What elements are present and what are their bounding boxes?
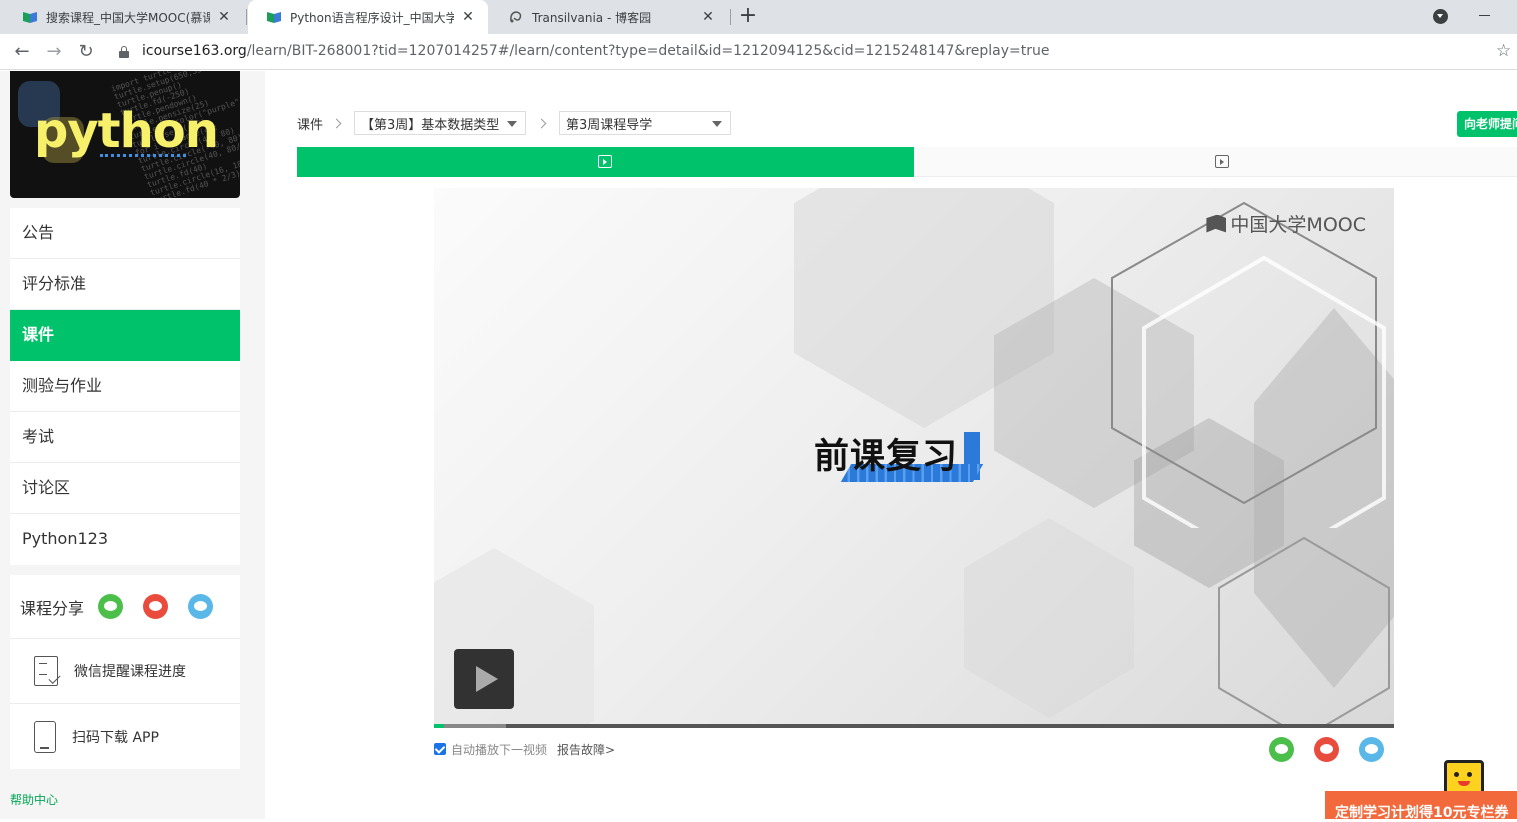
browser-tab-search[interactable]: 搜索课程_中国大学MOOC(慕课) ✕: [4, 0, 244, 34]
url-path: /learn/BIT-268001?tid=1207014257#/learn/…: [246, 43, 1050, 59]
play-button[interactable]: [454, 649, 514, 709]
report-issue-link[interactable]: 报告故障>: [557, 741, 615, 758]
lock-icon[interactable]: [119, 46, 129, 58]
background-hexagon: [964, 518, 1134, 718]
share-label: 课程分享: [20, 598, 85, 618]
promo-text: 定制学习计划得10元专栏券: [1335, 805, 1509, 821]
help-center-link[interactable]: 帮助中心: [10, 791, 58, 808]
unit-tab-video-2[interactable]: [914, 147, 1517, 177]
wechat-reminder-label: 微信提醒课程进度: [74, 664, 186, 680]
chevron-right-icon: [536, 118, 547, 128]
tab-title: Python语言程序设计_中国大学MOOC: [290, 10, 454, 25]
qq-icon[interactable]: [188, 594, 214, 619]
weibo-icon[interactable]: [1314, 737, 1339, 762]
wechat-icon[interactable]: [1269, 737, 1294, 762]
progress-buffered: [434, 724, 506, 728]
tab-divider: [730, 9, 731, 25]
wechat-icon[interactable]: [98, 594, 124, 619]
course-menu: 公告 评分标准 课件 测验与作业 考试 讨论区 Python123: [10, 208, 240, 565]
unit-tab-video-1[interactable]: [297, 147, 914, 177]
menu-item-quiz-homework[interactable]: 测验与作业: [10, 361, 240, 412]
video-options: 自动播放下一视频 报告故障>: [434, 741, 615, 757]
menu-item-exam[interactable]: 考试: [10, 412, 240, 463]
tab-search-icon[interactable]: [1433, 9, 1448, 24]
week-select[interactable]: 【第3周】基本数据类型: [354, 111, 527, 135]
hexagon-outline: [1218, 536, 1390, 728]
tab-title: Transilvania - 博客园: [532, 10, 652, 25]
url-host: icourse163.org: [142, 43, 247, 59]
promo-banner[interactable]: 定制学习计划得10元专栏券: [1325, 791, 1517, 821]
new-tab-button[interactable]: +: [736, 5, 760, 29]
menu-item-courseware[interactable]: 课件: [10, 310, 240, 361]
breadcrumb: 课件 【第3周】基本数据类型 第3周课程导学: [297, 111, 732, 135]
browser-tab-cnblogs[interactable]: Transilvania - 博客园 ✕: [490, 0, 728, 34]
video-share-icons: [1269, 737, 1404, 762]
left-sidebar: import turtle turtle.setup(650,350) turtle…: [0, 71, 265, 819]
tab-title: 搜索课程_中国大学MOOC(慕课): [46, 10, 210, 25]
mooc-book-icon: [22, 10, 38, 24]
forward-arrow-icon[interactable]: →: [42, 40, 66, 64]
course-cover-image: import turtle turtle.setup(650,350) turtle…: [10, 71, 240, 198]
mooc-book-icon: [266, 10, 282, 24]
video-progress-bar[interactable]: [434, 724, 1394, 728]
hexagon-outline: [1111, 201, 1386, 528]
week-select-value: 【第3周】基本数据类型: [361, 117, 500, 133]
close-icon[interactable]: ✕: [460, 9, 476, 25]
menu-item-grading[interactable]: 评分标准: [10, 259, 240, 310]
tab-divider: [246, 9, 247, 25]
breadcrumb-root[interactable]: 课件: [297, 114, 323, 133]
page-content: import turtle turtle.setup(650,350) turtle…: [0, 71, 1517, 821]
url-field[interactable]: icourse163.org/learn/BIT-268001?tid=1207…: [142, 43, 1050, 59]
mooc-watermark: 中国大学MOOC: [1206, 210, 1366, 237]
chevron-down-icon: [712, 121, 723, 127]
wechat-reminder-row[interactable]: 微信提醒课程进度: [10, 639, 240, 704]
qq-icon[interactable]: [1359, 737, 1384, 762]
video-title-card: 前课复习: [814, 428, 984, 482]
phone-icon: [34, 720, 56, 753]
video-icon: [598, 155, 612, 168]
reload-icon[interactable]: ↻: [74, 40, 98, 64]
share-panel: 课程分享 微信提醒课程进度 扫码下载 APP: [10, 575, 240, 769]
close-icon[interactable]: ✕: [700, 9, 716, 25]
video-player[interactable]: 中国大学MOOC 前课复习: [434, 188, 1394, 728]
autoplay-checkbox[interactable]: [434, 743, 446, 755]
bookmark-star-icon[interactable]: ☆: [1496, 41, 1511, 61]
ask-teacher-button[interactable]: 向老师提问: [1457, 111, 1517, 137]
weibo-icon[interactable]: [143, 594, 169, 619]
download-app-row[interactable]: 扫码下载 APP: [10, 704, 240, 769]
back-arrow-icon[interactable]: ←: [10, 40, 34, 64]
video-title: 前课复习: [814, 437, 959, 477]
course-share-row: 课程分享: [10, 575, 240, 639]
lesson-select-value: 第3周课程导学: [566, 117, 653, 133]
menu-item-python123[interactable]: Python123: [10, 514, 240, 565]
browser-tab-python[interactable]: Python语言程序设计_中国大学MOOC ✕: [248, 0, 488, 34]
lesson-select[interactable]: 第3周课程导学: [559, 111, 732, 135]
menu-item-forum[interactable]: 讨论区: [10, 463, 240, 514]
close-icon[interactable]: ✕: [216, 9, 232, 25]
chevron-down-icon: [507, 121, 518, 127]
browser-tab-bar: 搜索课程_中国大学MOOC(慕课) ✕ Python语言程序设计_中国大学MOO…: [0, 0, 1517, 34]
address-bar: ← → ↻ icourse163.org/learn/BIT-268001?ti…: [0, 34, 1517, 70]
progress-played: [434, 724, 444, 728]
cnblogs-icon: [508, 10, 524, 24]
chevron-right-icon: [331, 118, 342, 128]
minimize-icon[interactable]: [1479, 15, 1490, 16]
video-icon: [1215, 155, 1229, 168]
menu-item-announcement[interactable]: 公告: [10, 208, 240, 259]
mooc-watermark-text: 中国大学MOOC: [1230, 214, 1366, 236]
checklist-icon: [34, 656, 58, 686]
unit-tabs: [297, 147, 1517, 177]
download-app-label: 扫码下载 APP: [72, 729, 159, 746]
mooc-logo-icon: [1206, 214, 1227, 233]
wordmark-underline: [100, 151, 186, 157]
autoplay-label: 自动播放下一视频: [451, 742, 548, 757]
